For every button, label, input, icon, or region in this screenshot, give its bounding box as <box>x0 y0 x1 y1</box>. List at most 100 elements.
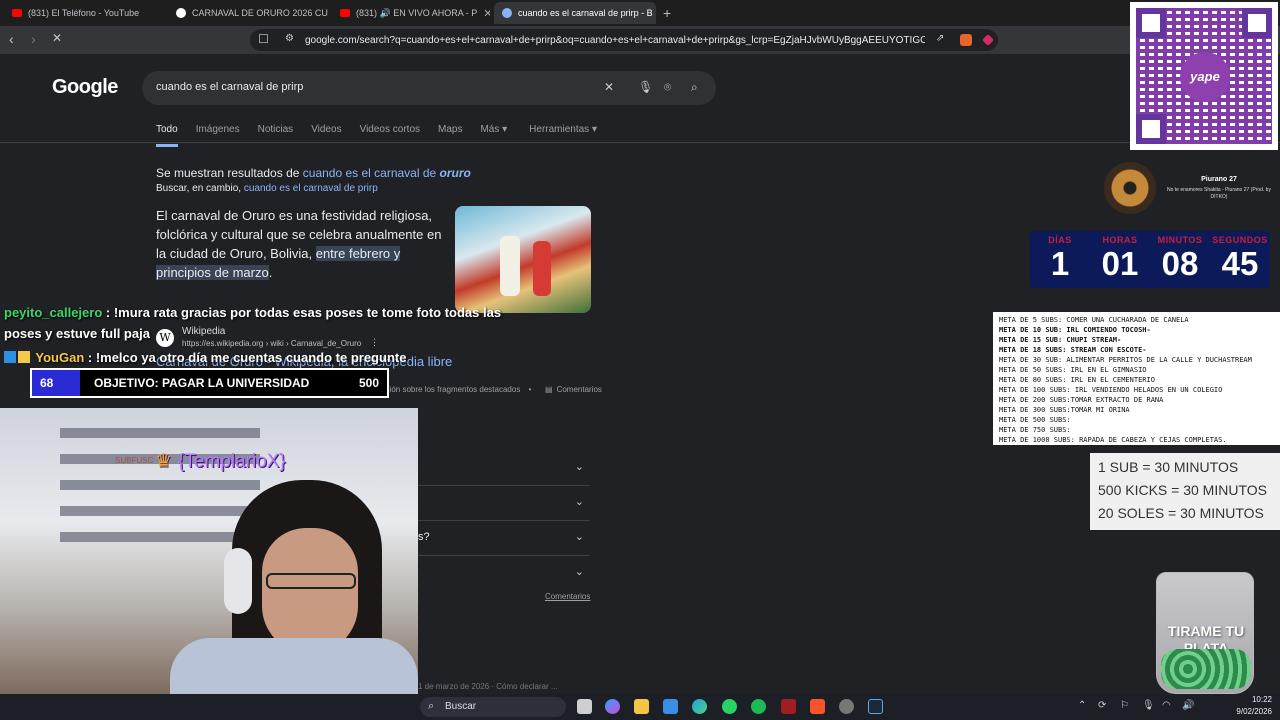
whatsapp-icon[interactable] <box>722 699 737 714</box>
feedback-link[interactable]: ▤ Comentarios <box>545 385 602 394</box>
address-bar[interactable]: ☐ ⚙ google.com/search?q=cuando+es+el+car… <box>250 29 998 51</box>
countdown-hours: HORAS 01 <box>1090 231 1150 283</box>
lens-icon[interactable]: ⌾ <box>664 80 671 95</box>
paa-feedback-link[interactable]: Comentarios <box>545 592 590 601</box>
volume-icon[interactable]: 🔊 <box>1182 700 1194 711</box>
tab-todo[interactable]: Todo <box>156 124 178 147</box>
sub-goal-item: META DE 30 SUB: ALIMENTAR PERRITOS DE LA… <box>999 356 1252 364</box>
edge-icon[interactable] <box>692 699 707 714</box>
search-input[interactable]: cuando es el carnaval de prirp <box>156 81 303 93</box>
google-logo[interactable]: Google <box>52 76 118 99</box>
search-tabs: Todo Imágenes Noticias Videos Videos cor… <box>156 124 597 147</box>
windows-taskbar: ⌕ Buscar ⌃ ⟳ ⚐ 🎙 ◠ 🔊 10:22 9/02/2026 <box>0 694 1280 720</box>
sub-goal-item: META DE 80 SUBS: IRL EN EL CEMENTERIO <box>999 376 1155 384</box>
headphones-icon <box>224 548 252 614</box>
sub-goal-item: META DE 50 SUBS: IRL EN EL GIMNASIO <box>999 366 1147 374</box>
new-follower-alert: ♛ {TemplarioX} <box>155 450 286 473</box>
window-blind <box>60 506 260 516</box>
chevron-down-icon: ⌄ <box>574 461 584 473</box>
google-icon <box>502 8 512 18</box>
back-button[interactable]: ‹ <box>9 31 14 47</box>
brave-rewards-icon[interactable] <box>982 34 994 46</box>
tab-herramientas[interactable]: Herramientas ▾ <box>529 124 597 147</box>
microphone-icon[interactable]: 🎙 <box>1142 700 1155 711</box>
dancer-figure <box>533 241 551 296</box>
tab-videos[interactable]: Videos <box>311 124 341 147</box>
paa-question: s? <box>418 531 430 543</box>
featured-snippet-image[interactable] <box>455 206 591 313</box>
sync-icon[interactable]: ⟳ <box>1098 700 1106 711</box>
original-query-link[interactable]: cuando es el carnaval de prirp <box>244 183 378 194</box>
showing-prefix: Se muestran resultados de <box>156 166 300 180</box>
taskbar-search[interactable]: ⌕ Buscar <box>420 697 566 717</box>
subathon-rates: 1 SUB = 30 MINUTOS 500 KICKS = 30 MINUTO… <box>1090 453 1280 530</box>
tab-youtube-telefono[interactable]: (831) El Teléfono - YouTube <box>4 2 164 24</box>
countdown-value: 08 <box>1161 245 1199 282</box>
tab-maps[interactable]: Maps <box>438 124 462 147</box>
taskbar-clock[interactable]: 10:22 9/02/2026 <box>1228 694 1272 718</box>
corrected-query-link[interactable]: cuando es el carnaval de oruro <box>303 166 471 180</box>
countdown-value: 01 <box>1101 245 1139 282</box>
qr-finder <box>1242 8 1272 38</box>
tab-google-search[interactable]: cuando es el carnaval de prirp - B ✕ <box>494 2 656 24</box>
tab-carnaval-oruro[interactable]: CARNAVAL DE ORURO 2026 CUANDO <box>168 2 328 24</box>
tab-noticias[interactable]: Noticias <box>258 124 294 147</box>
microsoft-store-icon[interactable] <box>663 699 678 714</box>
stop-loading-button[interactable]: ✕ <box>52 31 62 45</box>
subathon-countdown: DÍAS 1 HORAS 01 MINUTOS 08 SEGUNDOS 45 <box>1030 231 1270 288</box>
chat-text: : !mura rata gracias por todas esas pose… <box>102 305 502 320</box>
search-box[interactable]: cuando es el carnaval de prirp ✕ 🎙 ⌾ ⌕ <box>142 71 716 105</box>
sub-goal-item: META DE 1000 SUBS: RAPADA DE CABEZA Y CE… <box>999 436 1227 444</box>
goal-label: OBJETIVO: PAGAR LA UNIVERSIDAD <box>94 376 310 390</box>
bookmark-icon[interactable]: ☐ <box>258 32 269 46</box>
search-icon: ⌕ <box>428 700 435 712</box>
countdown-days: DÍAS 1 <box>1030 231 1090 283</box>
share-icon[interactable]: ⇗ <box>936 33 944 44</box>
browser-toolbar: ‹ › ✕ ☐ ⚙ google.com/search?q=cuando+es+… <box>0 26 1280 54</box>
tray-overflow-icon[interactable]: ⌃ <box>1078 700 1086 711</box>
close-tab-icon[interactable]: ✕ <box>483 7 490 20</box>
brave-shields-icon[interactable] <box>960 34 972 46</box>
people-also-ask-item[interactable]: ⌄ <box>418 556 590 591</box>
search-icon[interactable]: ⌕ <box>691 80 698 95</box>
qr-finder <box>1136 8 1166 38</box>
countdown-label: DÍAS <box>1048 235 1072 245</box>
microphone-icon[interactable]: 🎙 <box>638 80 653 94</box>
countdown-value: 1 <box>1050 245 1070 282</box>
network-icon[interactable]: ⚐ <box>1120 700 1129 711</box>
tip-jar: TIRAME TU PLATA <box>1156 572 1254 694</box>
new-tab-button[interactable]: + <box>663 5 671 21</box>
url-text: google.com/search?q=cuando+es+el+carnava… <box>305 34 925 46</box>
song-title: Piurano 27 <box>1201 176 1237 183</box>
countdown-minutes: MINUTOS 08 <box>1150 231 1210 283</box>
yape-logo: yape <box>1180 52 1230 102</box>
tab-mas[interactable]: Más ▾ <box>480 124 507 147</box>
more-options-icon[interactable]: ⋮ <box>370 337 379 348</box>
tab-videos-cortos[interactable]: Videos cortos <box>360 124 420 147</box>
people-also-ask-item[interactable]: s? ⌄ <box>418 521 590 556</box>
tab-en-vivo[interactable]: (831) 🔊 EN VIVO AHORA - P ✕ <box>332 2 490 24</box>
clear-icon[interactable]: ✕ <box>604 80 614 94</box>
wifi-icon[interactable]: ◠ <box>1162 700 1171 711</box>
spotify-icon[interactable] <box>751 699 766 714</box>
spelling-correction: Se muestran resultados de cuando es el c… <box>156 166 471 180</box>
file-explorer-icon[interactable] <box>634 699 649 714</box>
chat-username: YouGan <box>35 350 85 365</box>
forward-button[interactable]: › <box>31 31 36 47</box>
tab-imagenes[interactable]: Imágenes <box>196 124 240 147</box>
task-view-icon[interactable] <box>577 699 592 714</box>
chevron-down-icon: ⌄ <box>574 496 584 508</box>
obs-icon[interactable] <box>839 699 854 714</box>
rate-line: 20 SOLES = 30 MINUTOS <box>1098 505 1264 521</box>
copilot-icon[interactable] <box>605 699 620 714</box>
people-also-ask-item[interactable]: ⌄ <box>418 451 590 486</box>
follower-name: {TemplarioX} <box>178 451 286 472</box>
goal-current: 68 <box>40 376 54 390</box>
dota-icon[interactable] <box>781 699 796 714</box>
chat-username: peyito_callejero <box>4 305 103 320</box>
brave-icon[interactable] <box>810 699 825 714</box>
qr-pattern: yape <box>1136 8 1272 144</box>
people-also-ask-item[interactable]: ⌄ <box>418 486 590 521</box>
steam-icon[interactable] <box>868 699 883 714</box>
site-info-icon[interactable]: ⚙ <box>285 33 294 44</box>
